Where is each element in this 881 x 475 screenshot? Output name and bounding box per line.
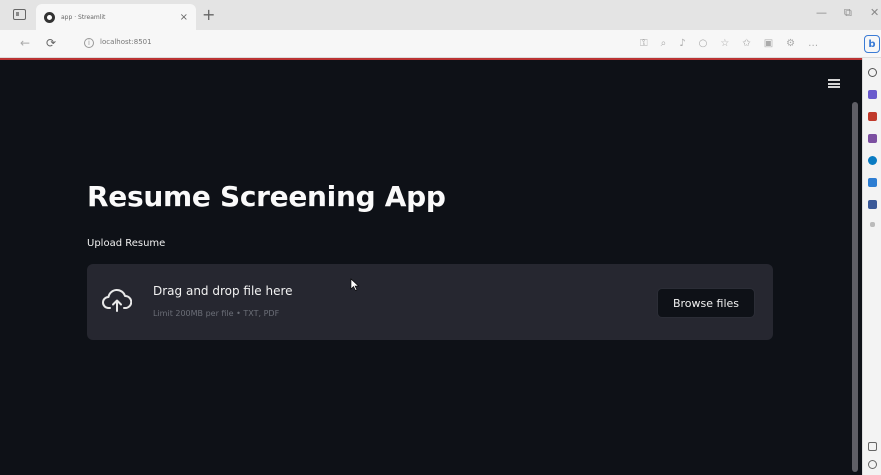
hamburger-menu-icon[interactable] bbox=[828, 79, 840, 88]
drop-instruction: Drag and drop file here bbox=[153, 284, 293, 298]
close-window-button[interactable]: ✕ bbox=[870, 6, 879, 19]
url-field[interactable]: localhost:8501 bbox=[100, 38, 152, 46]
refresh-icon[interactable]: ⟳ bbox=[46, 36, 56, 50]
bing-copilot-button[interactable]: b bbox=[864, 35, 880, 53]
cloud-upload-icon bbox=[102, 288, 132, 312]
read-aloud-icon[interactable]: ♪ bbox=[679, 38, 685, 49]
shopping-icon[interactable] bbox=[868, 90, 877, 99]
app-viewport: Resume Screening App Upload Resume Drag … bbox=[0, 58, 862, 475]
tab-strip: app · Streamlit × + — ⧉ ✕ bbox=[0, 0, 881, 30]
more-icon[interactable]: … bbox=[808, 38, 818, 49]
search-icon[interactable] bbox=[868, 68, 877, 77]
tab-close-icon[interactable]: × bbox=[180, 12, 188, 23]
key-icon[interactable]: ⚿ bbox=[640, 38, 648, 49]
toolbar-icons: ⚿ ⌕ ♪ ○ ☆ ✩ ▣ ⚙ … bbox=[640, 38, 818, 49]
outlook-icon[interactable] bbox=[868, 156, 877, 165]
sidebar-layout-icon[interactable] bbox=[868, 442, 877, 451]
zoom-icon[interactable]: ⌕ bbox=[661, 38, 667, 49]
favorite-star-icon[interactable]: ☆ bbox=[720, 38, 729, 49]
tab-title: app · Streamlit bbox=[61, 13, 106, 21]
browser-window: app · Streamlit × + — ⧉ ✕ ← ⟳ i localhos… bbox=[0, 0, 881, 475]
favorites-icon[interactable]: ✩ bbox=[742, 38, 750, 49]
scrollbar[interactable] bbox=[852, 102, 858, 472]
tab-actions-icon[interactable] bbox=[13, 9, 26, 20]
refresh-page-icon[interactable]: ○ bbox=[699, 38, 708, 49]
browse-files-button[interactable]: Browse files bbox=[657, 288, 755, 318]
site-info-icon[interactable]: i bbox=[84, 38, 94, 48]
minimize-button[interactable]: — bbox=[816, 6, 827, 19]
tools-icon[interactable] bbox=[868, 112, 877, 121]
browser-tab[interactable]: app · Streamlit × bbox=[36, 4, 196, 30]
upload-label: Upload Resume bbox=[87, 238, 166, 249]
extensions-icon[interactable]: ⚙ bbox=[786, 38, 795, 49]
streamlit-favicon-icon bbox=[44, 11, 55, 23]
games-icon[interactable] bbox=[868, 134, 877, 143]
file-dropzone[interactable]: Drag and drop file here Limit 200MB per … bbox=[87, 264, 773, 340]
back-arrow-icon[interactable]: ← bbox=[20, 36, 30, 50]
restore-button[interactable]: ⧉ bbox=[844, 6, 852, 20]
settings-icon[interactable] bbox=[868, 460, 877, 469]
new-tab-button[interactable]: + bbox=[202, 5, 215, 24]
word-icon[interactable] bbox=[868, 200, 877, 209]
page-title: Resume Screening App bbox=[87, 180, 446, 213]
file-limit-text: Limit 200MB per file • TXT, PDF bbox=[153, 309, 280, 318]
address-toolbar: ← ⟳ i localhost:8501 ⚿ ⌕ ♪ ○ ☆ ✩ ▣ ⚙ … b bbox=[0, 30, 881, 58]
office-icon[interactable] bbox=[868, 178, 877, 187]
add-icon[interactable] bbox=[870, 222, 875, 227]
mouse-cursor-icon bbox=[350, 278, 359, 291]
collections-icon[interactable]: ▣ bbox=[764, 38, 773, 49]
browser-sidebar bbox=[862, 58, 881, 475]
